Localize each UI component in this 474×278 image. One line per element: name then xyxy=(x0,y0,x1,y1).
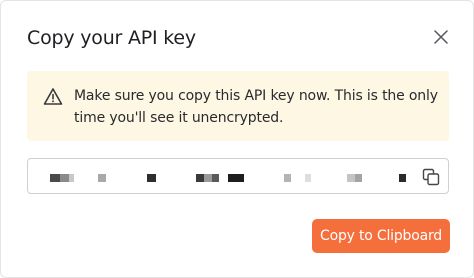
copy-to-clipboard-button[interactable]: Copy to Clipboard xyxy=(312,219,450,253)
api-key-dialog: Copy your API key Make sure you copy thi… xyxy=(0,0,474,278)
close-icon xyxy=(434,30,448,44)
dialog-title: Copy your API key xyxy=(27,27,196,49)
api-key-field[interactable] xyxy=(27,158,449,194)
warning-triangle-icon xyxy=(43,88,63,105)
warning-message: Make sure you copy this API key now. Thi… xyxy=(74,88,438,126)
warning-banner: Make sure you copy this API key now. Thi… xyxy=(27,71,449,141)
close-button[interactable] xyxy=(429,25,453,49)
copy-icon[interactable] xyxy=(422,168,440,186)
